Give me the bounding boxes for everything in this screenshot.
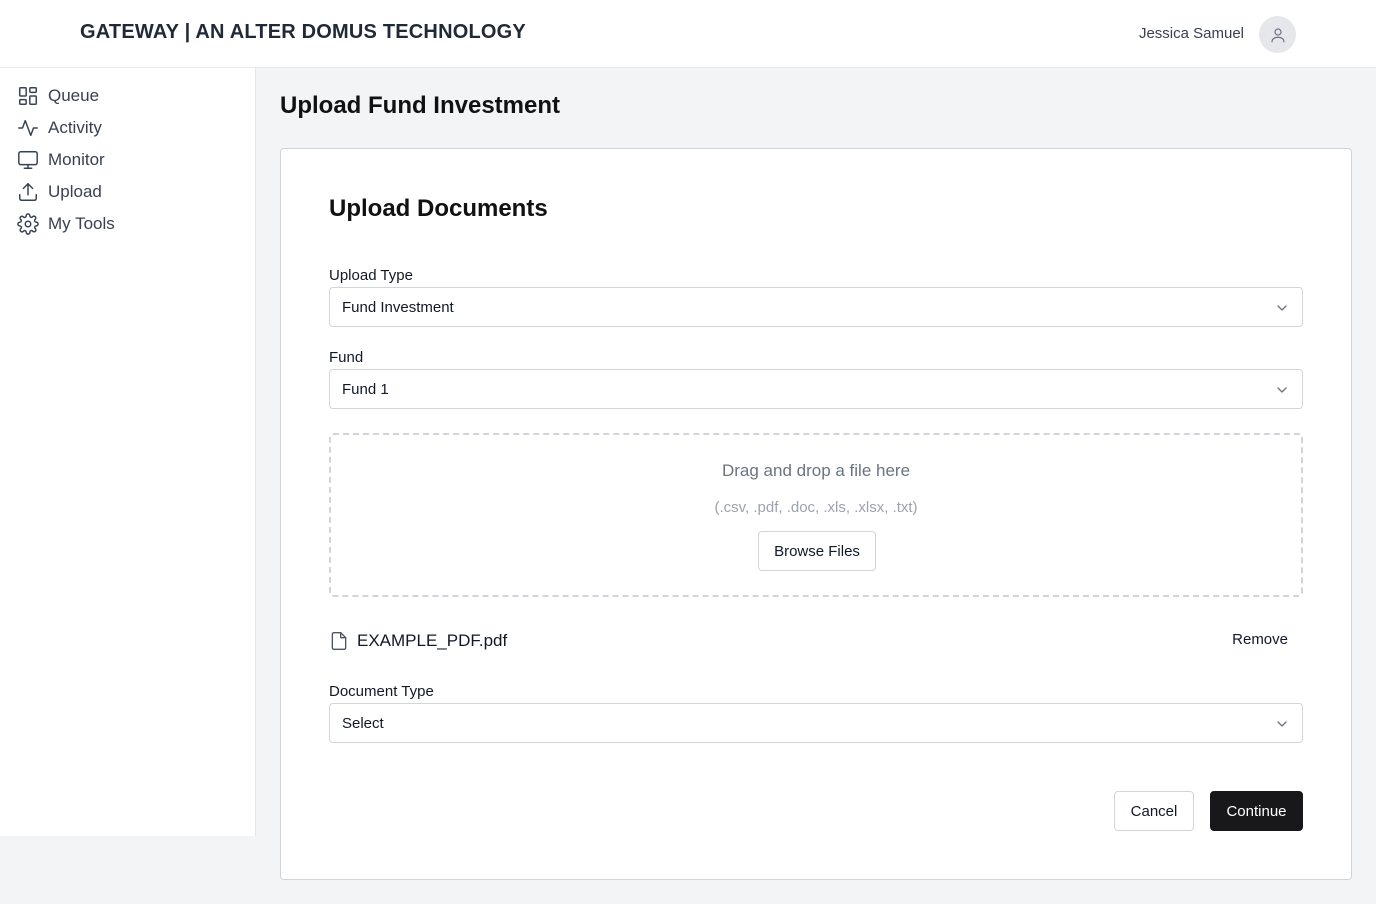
document-type-select[interactable]: Select xyxy=(329,703,1303,743)
file-dropzone[interactable]: Drag and drop a file here (.csv, .pdf, .… xyxy=(329,433,1303,597)
cancel-button[interactable]: Cancel xyxy=(1114,791,1194,831)
upload-icon xyxy=(16,180,40,204)
monitor-icon xyxy=(16,148,40,172)
sidebar: Queue Activity Monitor Upload My Tools xyxy=(0,68,256,836)
upload-type-value: Fund Investment xyxy=(342,298,454,316)
sidebar-item-monitor[interactable]: Monitor xyxy=(16,146,236,174)
document-type-label: Document Type xyxy=(329,683,434,700)
remove-file-button[interactable]: Remove xyxy=(1232,631,1288,648)
sidebar-item-label: Monitor xyxy=(48,150,105,169)
activity-icon xyxy=(16,116,40,140)
sidebar-item-my-tools[interactable]: My Tools xyxy=(16,210,236,238)
upload-type-select[interactable]: Fund Investment xyxy=(329,287,1303,327)
upload-type-label: Upload Type xyxy=(329,267,413,284)
document-type-value: Select xyxy=(342,714,384,732)
brand-title: GATEWAY | AN ALTER DOMUS TECHNOLOGY xyxy=(80,21,526,43)
card-title: Upload Documents xyxy=(329,195,548,222)
sidebar-item-label: Queue xyxy=(48,86,100,105)
continue-button[interactable]: Continue xyxy=(1210,791,1303,831)
sidebar-item-label: Upload xyxy=(48,182,102,201)
browse-files-button[interactable]: Browse Files xyxy=(758,531,876,571)
gear-icon xyxy=(16,212,40,236)
sidebar-item-upload[interactable]: Upload xyxy=(16,178,236,206)
fund-value: Fund 1 xyxy=(342,380,389,398)
fund-select[interactable]: Fund 1 xyxy=(329,369,1303,409)
upload-card: Upload Documents Upload Type Fund Invest… xyxy=(280,148,1352,880)
user-name[interactable]: Jessica Samuel xyxy=(1139,25,1244,42)
dropzone-text: Drag and drop a file here xyxy=(721,461,911,480)
chevron-down-icon xyxy=(1277,721,1287,727)
top-bar: GATEWAY | AN ALTER DOMUS TECHNOLOGY Jess… xyxy=(0,0,1376,68)
file-name: EXAMPLE_PDF.pdf xyxy=(357,631,508,650)
user-icon xyxy=(1270,27,1285,42)
file-icon xyxy=(331,632,347,650)
dropzone-formats: (.csv, .pdf, .doc, .xls, .xlsx, .txt) xyxy=(714,499,918,516)
fund-label: Fund xyxy=(329,349,364,366)
uploaded-file-row: EXAMPLE_PDF.pdf Remove xyxy=(329,629,1303,653)
page-title: Upload Fund Investment xyxy=(280,92,561,119)
sidebar-item-label: Activity xyxy=(48,118,102,137)
chevron-down-icon xyxy=(1277,387,1287,393)
sidebar-item-activity[interactable]: Activity xyxy=(16,114,236,142)
chevron-down-icon xyxy=(1277,305,1287,311)
sidebar-item-queue[interactable]: Queue xyxy=(16,82,236,110)
grid-icon xyxy=(16,84,40,108)
sidebar-item-label: My Tools xyxy=(48,214,115,233)
avatar[interactable] xyxy=(1259,16,1296,53)
